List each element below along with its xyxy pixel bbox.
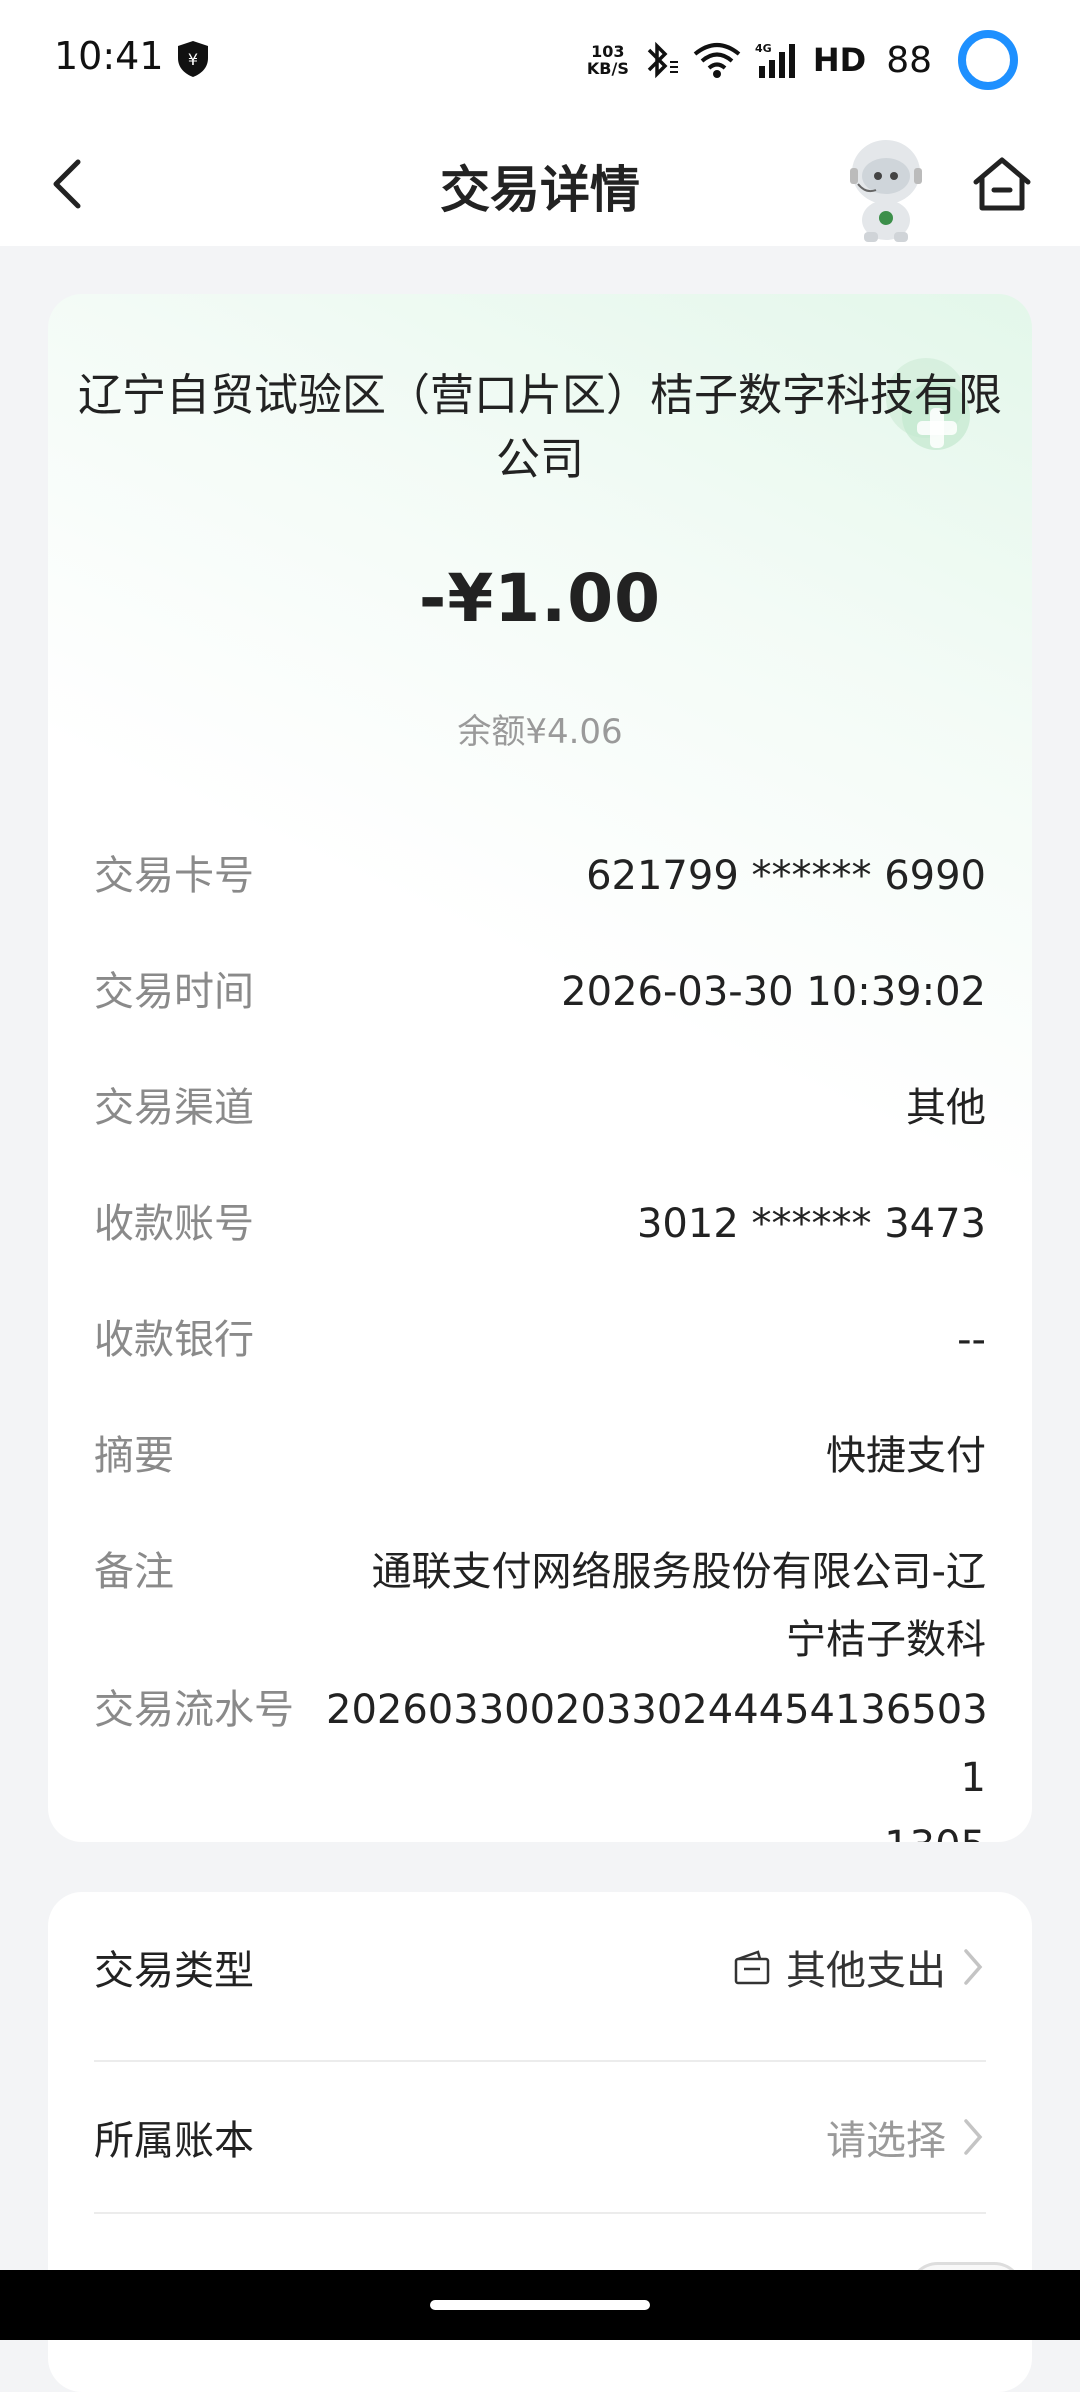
transaction-type-label: 交易类型 <box>94 1948 254 1994</box>
transaction-type-value: 其他支出 <box>786 1948 946 1994</box>
detail-value: 快捷支付 <box>826 1433 986 1479</box>
detail-label: 交易卡号 <box>94 853 254 899</box>
svg-text:4G: 4G <box>755 42 772 55</box>
svg-text:¥: ¥ <box>188 50 198 69</box>
robot-assistant-icon[interactable] <box>836 132 936 244</box>
detail-value: 其他 <box>906 1085 986 1131</box>
detail-row-remark: 备注 通联支付网络服务股份有限公司-辽 宁桔子数科 <box>94 1538 986 1674</box>
shield-icon: ¥ <box>178 41 208 77</box>
battery-ring-icon <box>958 30 1018 90</box>
transaction-amount: -¥1.00 <box>418 560 662 637</box>
transaction-card: 辽宁自贸试验区（营口片区）桔子数字科技有限 公司 -¥1.00 余额¥4.06 … <box>48 294 1032 1842</box>
detail-value: 通联支付网络服务股份有限公司-辽 宁桔子数科 <box>371 1549 986 1663</box>
status-indicators: 103 KB/S 4G HD 88 <box>587 24 1020 96</box>
transaction-type-row[interactable]: 交易类型 其他支出 <box>94 1892 986 2042</box>
network-speed: 103 KB/S <box>586 42 629 78</box>
detail-value: 621799 ****** 6990 <box>586 853 986 899</box>
merchant-name: 辽宁自贸试验区（营口片区）桔子数字科技有限 公司 <box>78 370 1002 485</box>
wifi-icon <box>693 43 741 78</box>
detail-row-serial-number: 交易流水号 20260330020330244454136503​1 1305 <box>94 1676 988 1842</box>
detail-label: 摘要 <box>94 1433 174 1479</box>
detail-label: 交易渠道 <box>94 1085 254 1131</box>
detail-label: 交易时间 <box>94 969 254 1015</box>
hd-indicator: HD <box>812 41 867 79</box>
detail-label: 备注 <box>94 1549 174 1595</box>
detail-value: 2026-03-30 10:39:02 <box>561 969 986 1015</box>
app-header: 交易详情 <box>0 120 1080 246</box>
detail-row-time: 交易时间 2026-03-30 10:39:02 <box>94 958 986 1026</box>
detail-value: 20260330020330244454136503​1 1305 <box>326 1687 988 1842</box>
chevron-right-icon <box>964 1949 983 1985</box>
system-nav-bar <box>0 2270 1080 2340</box>
account-balance: 余额¥4.06 <box>457 712 623 752</box>
home-gesture-handle[interactable] <box>430 2300 650 2310</box>
detail-label: 收款账号 <box>94 1201 254 1247</box>
account-book-row[interactable]: 所属账本 请选择 <box>94 2062 986 2212</box>
account-book-label: 所属账本 <box>94 2118 254 2164</box>
detail-row-card-number: 交易卡号 621799 ****** 6990 <box>94 842 986 910</box>
chevron-right-icon <box>964 2119 983 2155</box>
divider <box>94 2212 986 2214</box>
bluetooth-icon <box>647 41 678 79</box>
cellular-signal-icon: 4G <box>755 42 795 78</box>
home-icon[interactable] <box>970 152 1034 216</box>
status-time: 10:41 <box>54 34 164 78</box>
detail-row-payee-account: 收款账号 3012 ****** 3473 <box>94 1190 986 1258</box>
detail-row-channel: 交易渠道 其他 <box>94 1074 986 1142</box>
account-book-value: 请选择 <box>826 2118 946 2164</box>
detail-label: 交易流水号 <box>94 1687 294 1733</box>
wallet-icon <box>734 1950 770 1985</box>
detail-row-payee-bank: 收款银行 -- <box>94 1306 986 1374</box>
detail-value: -- <box>957 1317 986 1363</box>
detail-label: 收款银行 <box>94 1317 254 1363</box>
status-bar: 10:41 ¥ 103 KB/S 4G HD 88 <box>0 0 1080 120</box>
detail-row-summary: 摘要 快捷支付 <box>94 1422 986 1490</box>
detail-value: 3012 ****** 3473 <box>636 1201 986 1247</box>
battery-level: 88 <box>886 39 932 81</box>
